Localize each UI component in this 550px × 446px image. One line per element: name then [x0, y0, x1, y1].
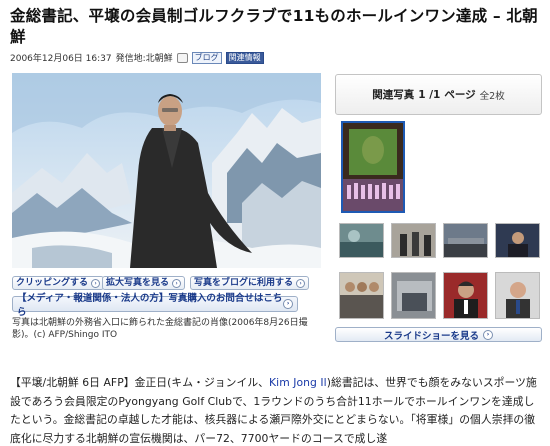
slideshow-label: スライドショーを見る	[383, 330, 479, 342]
thumb-image	[496, 273, 539, 318]
page-suffix: ページ	[444, 89, 476, 101]
photo-purchase-label: 【メディア・報道関係・法人の方】写真購入のお問合せはこちら	[17, 293, 283, 318]
camera-icon[interactable]	[176, 52, 188, 63]
slideshow-button[interactable]: スライドショーを見る ›	[335, 327, 542, 342]
enlarge-label: 拡大写真を見る	[106, 278, 170, 288]
photo-caption: 写真は北朝鮮の外務省入口に飾られた金総書記の肖像(2006年8月26日撮影)。(…	[12, 318, 308, 340]
arrow-icon: ›	[91, 278, 101, 288]
blog-tag[interactable]: ブログ	[191, 51, 222, 64]
thumb-image	[340, 224, 383, 257]
article-origin: 発信地:北朝鮮	[115, 54, 173, 64]
related-thumb[interactable]	[495, 223, 540, 258]
thumb-image	[444, 224, 487, 257]
article-headline: 金総書記、平壌の会員制ゴルフクラブで11ものホールインワン達成 – 北朝鮮	[10, 7, 538, 46]
related-photos-header: 関連写真 1 /1 ページ 全2枚	[335, 74, 542, 115]
article-text-lead: 【平壌/北朝鮮 6日 AFP】金正日(キム・ジョンイル、	[10, 376, 270, 389]
main-photo[interactable]	[12, 73, 321, 268]
related-thumb[interactable]	[495, 272, 540, 319]
related-thumb[interactable]	[443, 223, 488, 258]
related-thumb[interactable]	[443, 272, 488, 319]
person-link[interactable]: Kim Jong Il	[269, 376, 327, 389]
related-thumb-selected[interactable]	[341, 121, 405, 213]
page-indicator: 1 /1	[418, 88, 441, 101]
blog-use-button[interactable]: 写真をブログに利用する ›	[190, 276, 310, 290]
thumb-image	[343, 123, 403, 211]
thumb-image	[392, 224, 435, 257]
related-thumb[interactable]	[339, 272, 384, 319]
related-thumb[interactable]	[391, 272, 436, 319]
related-thumb[interactable]	[339, 223, 384, 258]
clipping-label: クリッピングする	[16, 278, 89, 288]
article-meta: 2006年12月06日 16:37 発信地:北朝鮮 ブログ 関連情報	[10, 51, 264, 64]
article-body: 【平壌/北朝鮮 6日 AFP】金正日(キム・ジョンイル、Kim Jong Il)…	[10, 374, 542, 446]
arrow-icon: ›	[296, 278, 306, 288]
related-info-tag[interactable]: 関連情報	[225, 51, 264, 64]
related-photos-label: 関連写真	[372, 89, 415, 101]
clipping-button[interactable]: クリッピングする ›	[12, 276, 105, 290]
arrow-icon: ›	[172, 278, 182, 288]
thumb-image	[496, 224, 539, 257]
arrow-icon: ›	[483, 329, 493, 340]
enlarge-photo-button[interactable]: 拡大写真を見る ›	[102, 276, 186, 290]
photo-purchase-button[interactable]: 【メディア・報道関係・法人の方】写真購入のお問合せはこちら ›	[12, 293, 298, 318]
related-thumb[interactable]	[391, 223, 436, 258]
arrow-icon: ›	[283, 299, 293, 309]
article-datetime: 2006年12月06日 16:37	[10, 54, 112, 64]
portrait-painting	[12, 73, 321, 268]
total-count: 全2枚	[479, 90, 505, 102]
thumb-image	[392, 273, 435, 318]
thumb-image	[444, 273, 487, 318]
blog-use-label: 写真をブログに利用する	[194, 278, 294, 288]
thumb-image	[340, 273, 383, 318]
